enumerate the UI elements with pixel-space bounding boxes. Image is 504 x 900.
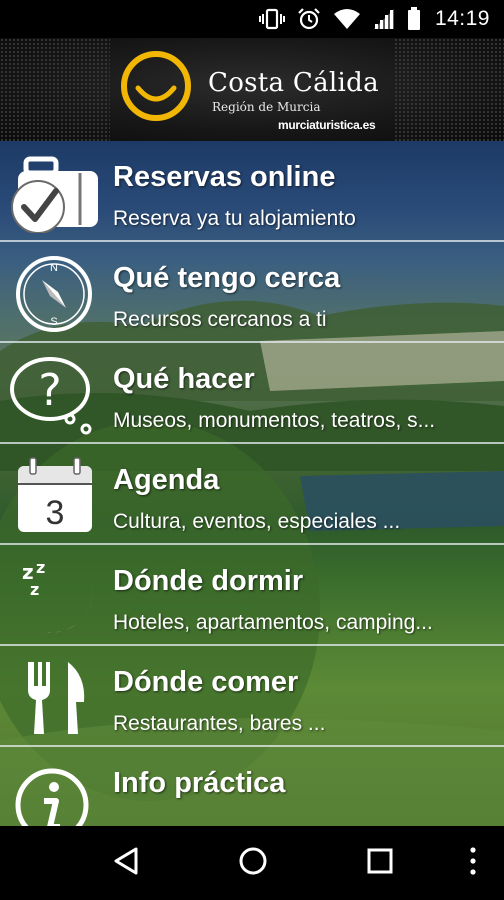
menu-item-subtitle: Recursos cercanos a ti [113, 308, 327, 331]
main-menu: Reservas online Reserva ya tu alojamient… [0, 141, 504, 826]
overflow-menu-icon[interactable] [468, 846, 478, 876]
svg-text:S: S [50, 316, 57, 328]
recents-icon[interactable] [366, 846, 394, 876]
menu-item-donde-comer[interactable]: Dónde comer Restaurantes, bares ... [0, 646, 504, 747]
svg-text:?: ? [38, 365, 61, 416]
menu-item-subtitle: Hoteles, apartamentos, camping... [113, 611, 433, 634]
menu-item-subtitle: Restaurantes, bares ... [113, 712, 326, 735]
status-time: 14:19 [434, 7, 490, 30]
calendar-icon: 3 [18, 457, 92, 532]
menu-item-que-tengo-cerca[interactable]: N S Qué tengo cerca Recursos cercanos a … [0, 242, 504, 343]
menu-item-subtitle: Reserva ya tu alojamiento [113, 207, 356, 230]
signal-icon [373, 8, 395, 30]
svg-text:z: z [30, 580, 39, 599]
menu-item-donde-dormir[interactable]: z z z Dónde dormir Hoteles, apartamentos… [0, 545, 504, 646]
moon-sleep-icon: z z z [22, 558, 93, 633]
wifi-icon [333, 8, 361, 30]
menu-item-title: Reservas online [113, 161, 336, 193]
menu-item-agenda[interactable]: 3 Agenda Cultura, eventos, especiales ..… [0, 444, 504, 545]
menu-item-que-hacer[interactable]: ? Qué hacer Museos, monumentos, teatros,… [0, 343, 504, 444]
back-icon[interactable] [112, 846, 140, 876]
menu-item-title: Info práctica [113, 767, 286, 799]
menu-item-title: Dónde dormir [113, 565, 304, 597]
menu-item-reservas-online[interactable]: Reservas online Reserva ya tu alojamient… [0, 141, 504, 242]
info-icon [15, 768, 89, 826]
menu-item-title: Qué tengo cerca [113, 262, 341, 294]
calendar-day-label: 3 [46, 494, 65, 532]
system-nav-bar [0, 826, 504, 900]
status-bar: 14:19 [0, 0, 504, 38]
menu-item-title: Qué hacer [113, 363, 255, 395]
brand-url: murciaturistica.es [278, 118, 376, 132]
question-bubble-icon: ? [10, 357, 92, 435]
suitcase-check-icon [11, 156, 98, 233]
menu-item-title: Dónde comer [113, 666, 299, 698]
menu-item-subtitle: Cultura, eventos, especiales ... [113, 510, 401, 533]
svg-text:N: N [50, 262, 58, 274]
svg-text:z: z [36, 558, 45, 577]
menu-item-title: Agenda [113, 464, 220, 496]
alarm-icon [297, 7, 321, 31]
menu-item-info-practica[interactable]: Info práctica [0, 747, 504, 826]
brand-title: Costa Cálida [208, 68, 379, 98]
sun-smile-logo-icon [121, 51, 191, 121]
vibrate-icon [258, 8, 285, 30]
home-icon[interactable] [238, 846, 268, 876]
compass-icon: N S [16, 256, 92, 332]
app-header: Costa Cálida Región de Murcia murciaturi… [0, 38, 504, 142]
brand-subtitle: Región de Murcia [212, 100, 321, 114]
fork-knife-icon [28, 662, 85, 734]
battery-icon [407, 7, 421, 31]
menu-item-subtitle: Museos, monumentos, teatros, s... [113, 409, 436, 432]
